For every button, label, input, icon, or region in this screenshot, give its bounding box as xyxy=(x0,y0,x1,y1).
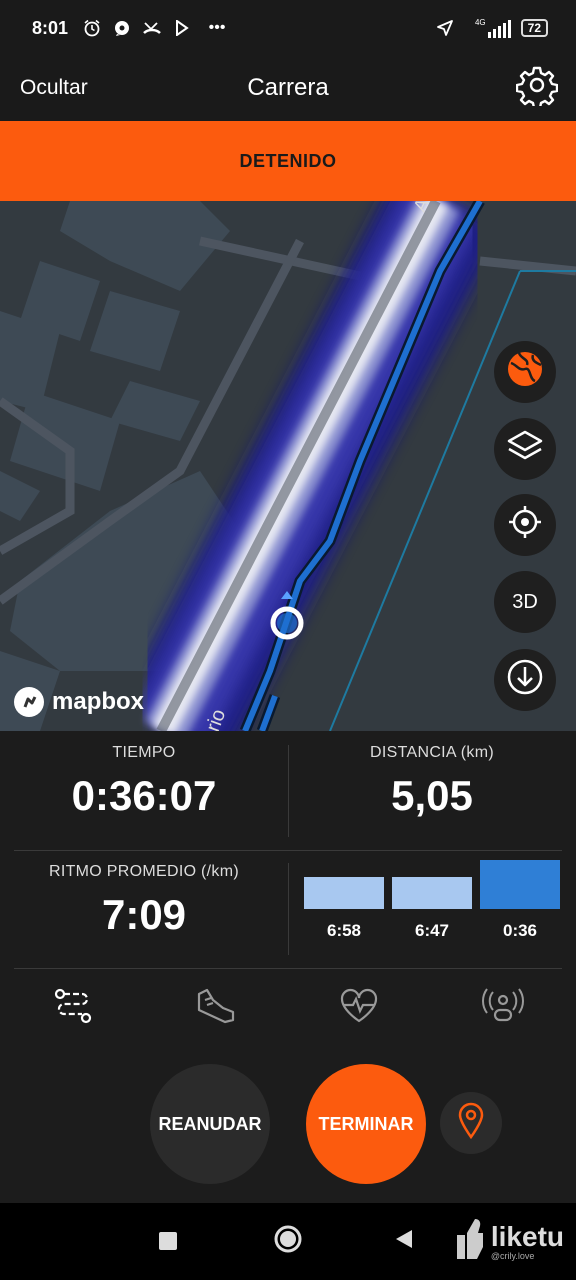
mapbox-attribution[interactable]: mapbox xyxy=(14,687,144,717)
stats-divider-horizontal xyxy=(14,850,562,851)
map-style-button[interactable] xyxy=(494,341,556,403)
split-label: 0:36 xyxy=(502,921,538,940)
split-bar xyxy=(480,860,560,909)
stats-panel: TIEMPO 0:36:07 DISTANCIA (km) 5,05 RITMO… xyxy=(0,731,576,971)
download-map-button[interactable] xyxy=(494,649,556,711)
split-bar xyxy=(304,877,384,909)
tab-route[interactable] xyxy=(50,985,96,1031)
finish-button[interactable]: TERMINAR xyxy=(306,1064,426,1184)
time-value: 0:36:07 xyxy=(71,772,217,819)
metric-tabs xyxy=(0,971,576,1051)
chat-icon xyxy=(112,18,132,38)
watermark-brand: liketu xyxy=(490,1220,564,1252)
split-label: 6:58 xyxy=(326,921,362,940)
distance-stat: DISTANCIA (km) 5,05 xyxy=(302,744,562,820)
state-label: DETENIDO xyxy=(239,150,337,171)
mapbox-wordmark: mapbox xyxy=(52,688,145,715)
add-marker-button[interactable] xyxy=(440,1092,502,1154)
battery-indicator: 72 xyxy=(520,19,548,37)
alarm-icon xyxy=(82,18,102,38)
heart-rate-icon xyxy=(338,987,380,1030)
action-buttons: REANUDAR TERMINAR xyxy=(0,1051,576,1203)
square-icon xyxy=(159,1232,177,1250)
tab-cadence[interactable] xyxy=(192,985,238,1031)
time-stat: TIEMPO 0:36:07 xyxy=(14,744,274,820)
avg-pace-label: RITMO PROMEDIO (/km) xyxy=(49,863,239,880)
3d-toggle-button[interactable]: 3D xyxy=(494,571,556,633)
layers-icon xyxy=(506,429,544,469)
recenter-button[interactable] xyxy=(494,494,556,556)
hide-button[interactable]: Ocultar xyxy=(20,76,88,100)
sensor-icon xyxy=(481,986,525,1031)
header: Ocultar Carrera xyxy=(0,56,576,120)
tab-heart-rate[interactable] xyxy=(336,985,382,1031)
map-layers-button[interactable] xyxy=(494,418,556,480)
settings-gear-icon[interactable] xyxy=(515,64,559,110)
distance-value: 5,05 xyxy=(391,772,473,819)
location-pin-icon xyxy=(457,1102,485,1145)
avg-pace-stat: RITMO PROMEDIO (/km) 7:09 xyxy=(14,863,274,939)
tab-sensors[interactable] xyxy=(480,985,526,1031)
resume-button[interactable]: REANUDAR xyxy=(150,1064,270,1184)
liketu-logo-icon xyxy=(451,1217,485,1266)
globe-icon xyxy=(505,349,545,395)
map-view[interactable]: A rio 3D mapbox xyxy=(0,201,576,731)
recents-button[interactable] xyxy=(150,1223,186,1259)
page-title: Carrera xyxy=(247,74,329,101)
watermark: liketu @crily.love xyxy=(451,1217,564,1266)
back-button[interactable] xyxy=(386,1223,422,1259)
time-label: TIEMPO xyxy=(112,744,176,761)
stats-divider-vertical xyxy=(288,745,289,837)
status-bar: 8:01 ••• 4G 72 xyxy=(0,0,576,56)
shoe-icon xyxy=(193,986,237,1031)
location-icon xyxy=(435,18,455,38)
system-nav-bar: liketu @crily.love xyxy=(0,1203,576,1280)
play-store-icon xyxy=(172,18,192,38)
network-type: 4G xyxy=(474,18,486,27)
circle-icon xyxy=(273,1224,303,1259)
distance-label: DISTANCIA (km) xyxy=(370,744,494,761)
avg-pace-value: 7:09 xyxy=(101,891,187,938)
back-triangle-icon xyxy=(394,1228,414,1255)
watermark-handle: @crily.love xyxy=(490,1250,535,1261)
state-banner: DETENIDO xyxy=(0,121,576,201)
stats-divider-bottom xyxy=(14,968,562,969)
route-icon xyxy=(53,986,93,1031)
missed-call-icon xyxy=(142,18,162,38)
download-icon xyxy=(506,658,544,702)
more-notifications-icon: ••• xyxy=(208,19,226,36)
map-canvas: A rio xyxy=(0,201,576,731)
home-button[interactable] xyxy=(270,1223,306,1259)
stats-divider-vertical-2 xyxy=(288,863,289,955)
clock: 8:01 xyxy=(32,17,69,38)
signal-icon: 4G xyxy=(475,18,511,38)
split-bar xyxy=(392,877,472,909)
crosshair-icon xyxy=(507,504,543,546)
mapbox-logo-icon xyxy=(14,687,44,717)
split-pace-chart[interactable]: 6:58 6:47 0:36 xyxy=(304,859,560,949)
split-label: 6:47 xyxy=(414,921,450,940)
